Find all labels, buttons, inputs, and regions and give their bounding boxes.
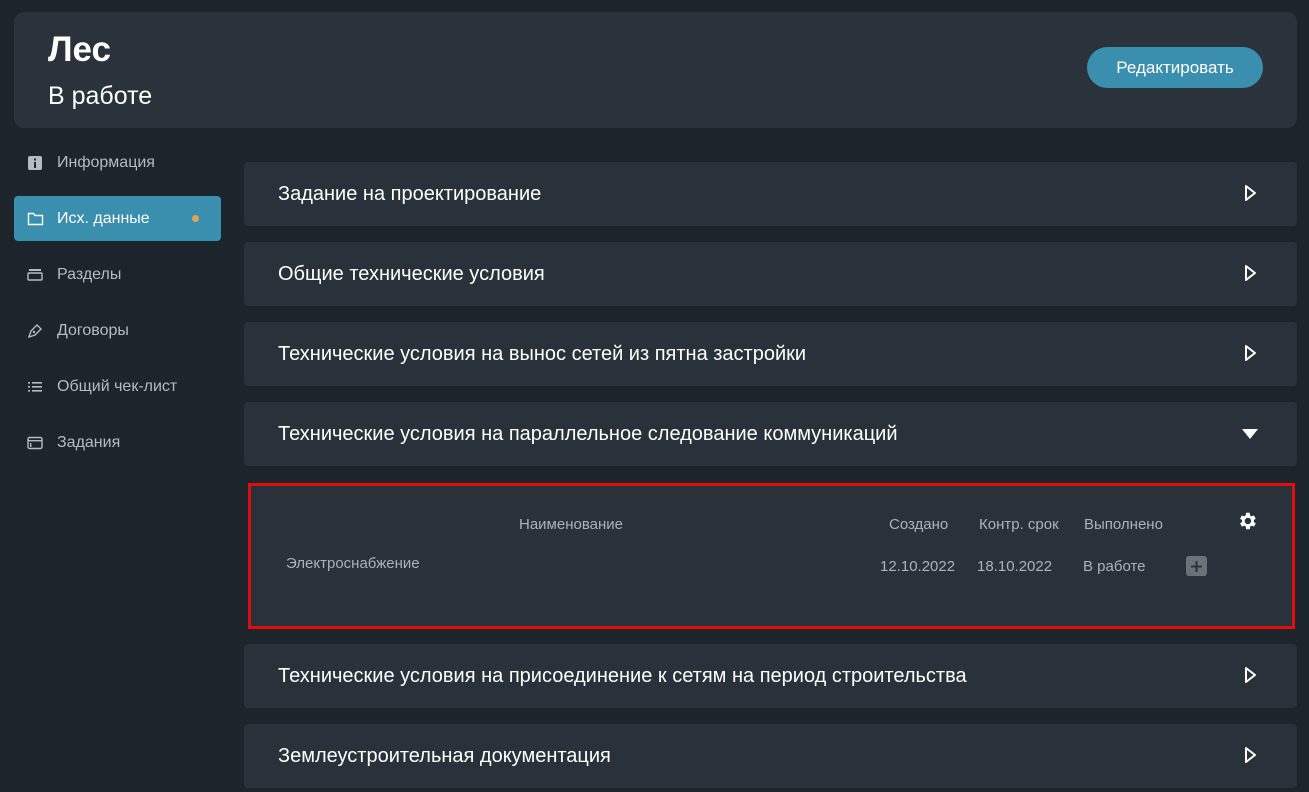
section-title: Технические условия на присоединение к с… xyxy=(278,665,967,687)
sidebar-item-label: Общий чек-лист xyxy=(57,377,178,395)
expand-arrow-icon xyxy=(1245,747,1256,763)
section-title: Землеустроительная документация xyxy=(278,745,611,767)
project-header: Лес В работе Редактировать xyxy=(14,12,1297,128)
sidebar: Информация Исх. данные Разделы Договоры … xyxy=(14,140,221,476)
pen-icon xyxy=(26,322,44,340)
row-deadline: 18.10.2022 xyxy=(977,558,1053,575)
section-general-conditions[interactable]: Общие технические условия xyxy=(244,242,1297,306)
sidebar-item-checklist[interactable]: Общий чек-лист xyxy=(14,364,221,409)
edit-button[interactable]: Редактировать xyxy=(1087,47,1263,88)
section-construction-connection[interactable]: Технические условия на присоединение к с… xyxy=(244,644,1297,708)
expand-arrow-icon xyxy=(1245,185,1256,201)
expand-arrow-icon xyxy=(1245,345,1256,361)
sidebar-item-contracts[interactable]: Договоры xyxy=(14,308,221,353)
folder-icon xyxy=(26,210,44,228)
section-land-documentation[interactable]: Землеустроительная документация xyxy=(244,724,1297,788)
expanded-section-table: Наименование Создано Контр. срок Выполне… xyxy=(248,483,1295,629)
info-icon xyxy=(26,154,44,172)
column-header-deadline: Контр. срок xyxy=(979,516,1059,533)
sidebar-item-sections[interactable]: Разделы xyxy=(14,252,221,297)
add-button[interactable] xyxy=(1186,556,1207,576)
sidebar-item-label: Исх. данные xyxy=(57,209,150,227)
project-title: Лес xyxy=(48,30,112,69)
column-header-done: Выполнено xyxy=(1084,516,1163,533)
sidebar-item-source-data[interactable]: Исх. данные xyxy=(14,196,221,241)
checklist-icon xyxy=(26,378,44,396)
row-created: 12.10.2022 xyxy=(880,558,956,575)
section-title: Технические условия на вынос сетей из пя… xyxy=(278,343,807,365)
sidebar-item-label: Разделы xyxy=(57,265,122,283)
section-parallel-communications[interactable]: Технические условия на параллельное след… xyxy=(244,402,1297,466)
section-network-relocation[interactable]: Технические условия на вынос сетей из пя… xyxy=(244,322,1297,386)
sidebar-item-label: Договоры xyxy=(57,321,129,339)
expand-arrow-icon xyxy=(1245,667,1256,683)
row-status: В работе xyxy=(1083,558,1146,575)
column-header-name: Наименование xyxy=(519,516,623,533)
sidebar-item-tasks[interactable]: Задания xyxy=(14,420,221,465)
notification-dot xyxy=(192,215,199,222)
plus-icon xyxy=(1191,560,1202,572)
sections-icon xyxy=(26,266,44,284)
project-status: В работе xyxy=(48,82,153,110)
section-title: Общие технические условия xyxy=(278,263,545,285)
row-name: Электроснабжение xyxy=(286,555,420,572)
sidebar-item-label: Задания xyxy=(57,433,121,451)
expand-arrow-icon xyxy=(1245,265,1256,281)
sidebar-item-info[interactable]: Информация xyxy=(14,140,221,185)
tasks-icon xyxy=(26,434,44,452)
collapse-arrow-icon xyxy=(1242,429,1258,439)
section-title: Технические условия на параллельное след… xyxy=(278,423,898,445)
column-header-created: Создано xyxy=(889,516,949,533)
section-design-assignment[interactable]: Задание на проектирование xyxy=(244,162,1297,226)
sidebar-item-label: Информация xyxy=(57,153,155,171)
gear-icon[interactable] xyxy=(1236,510,1258,532)
section-title: Задание на проектирование xyxy=(278,183,542,205)
